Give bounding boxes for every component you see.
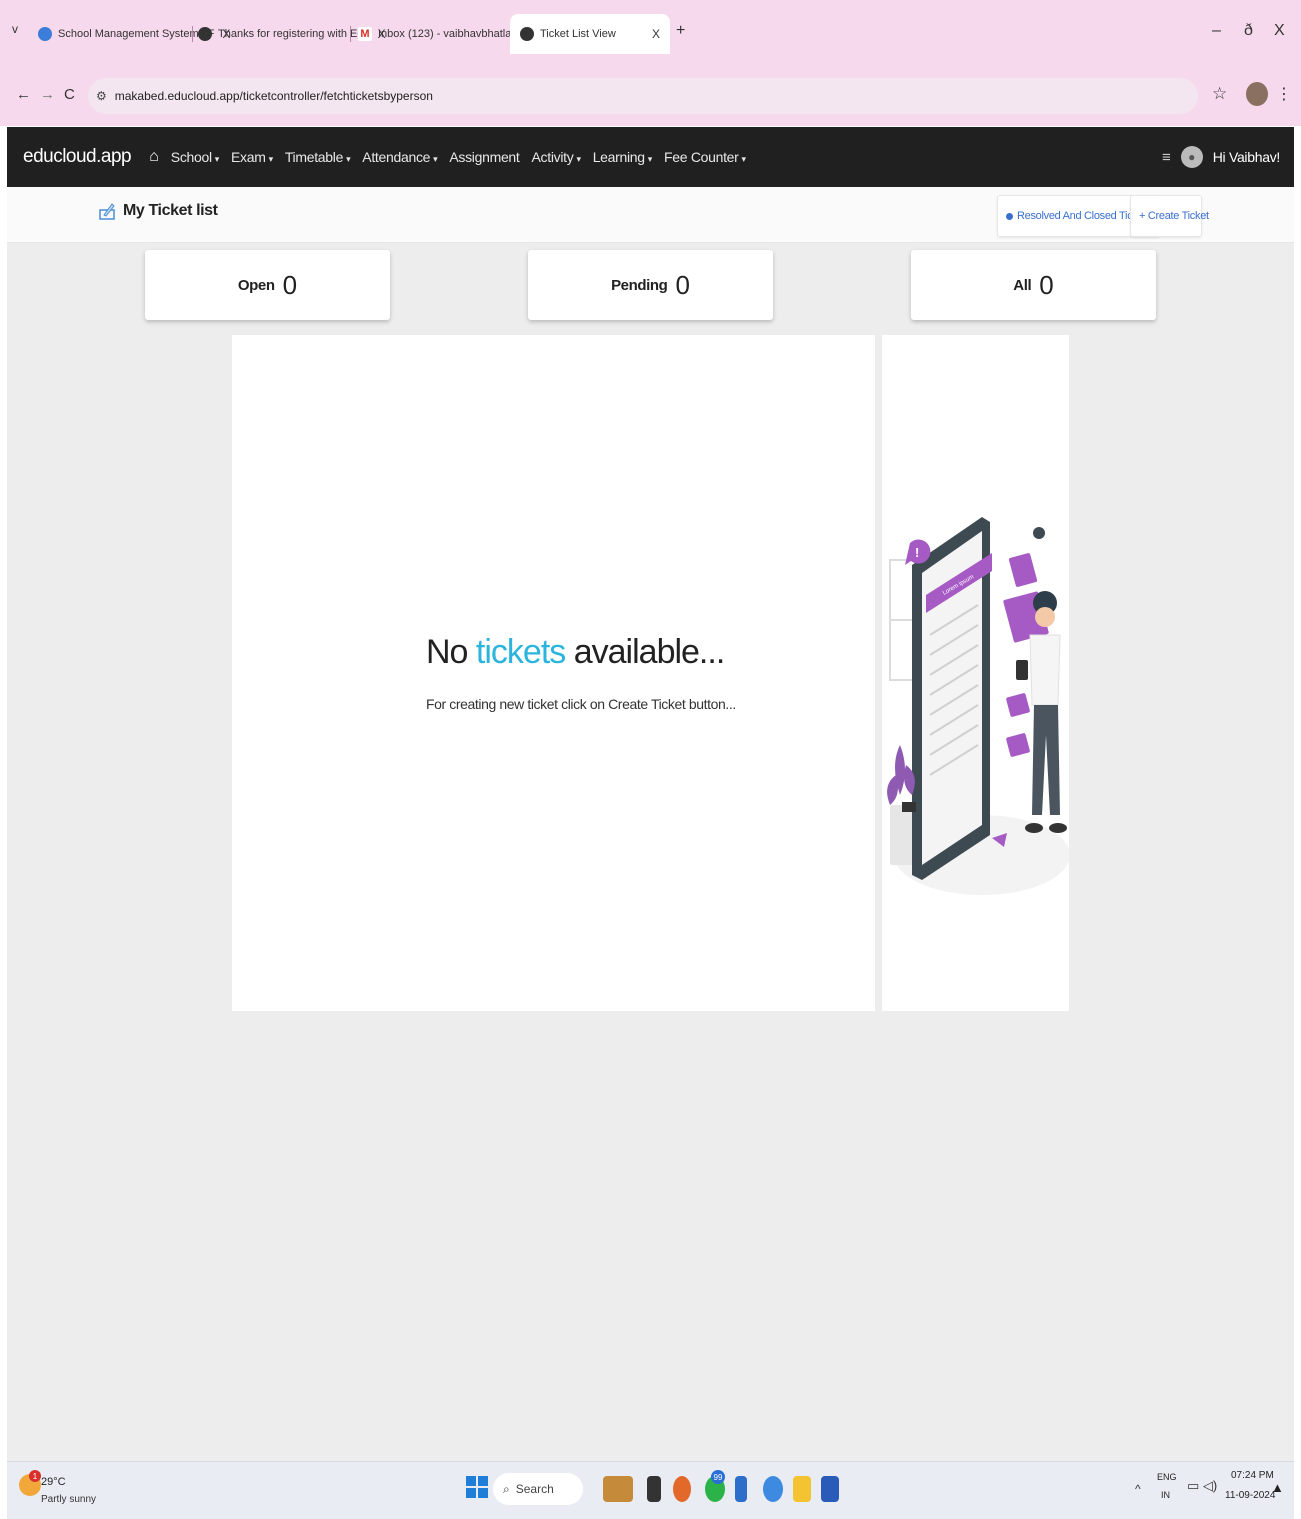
caret-down-icon: ▾ xyxy=(214,154,220,164)
main-content: Open 0 Pending 0 All 0 No tickets availa… xyxy=(7,243,1294,1461)
browser-tab-bar: v School Management System | F X Thanks … xyxy=(0,0,1301,68)
tab-title: School Management System | F xyxy=(58,28,215,40)
tab-title: Inbox (123) - vaibhavbhatlawar xyxy=(378,28,530,40)
close-window-button[interactable]: X xyxy=(1274,22,1285,40)
empty-state-hint: For creating new ticket click on Create … xyxy=(426,696,736,712)
stat-label: All xyxy=(1013,276,1032,294)
url-text[interactable]: makabed.educloud.app/ticketcontroller/fe… xyxy=(115,89,433,103)
url-omnibox[interactable]: ⚙ makabed.educloud.app/ticketcontroller/… xyxy=(88,78,1198,114)
educloud-favicon-icon xyxy=(38,27,52,41)
windows-start-icon[interactable] xyxy=(466,1476,488,1498)
site-navbar: educloud.app ⌂ School ▾ Exam ▾ Timetable ▾ … xyxy=(7,127,1294,187)
create-ticket-label: + Create Ticket xyxy=(1139,210,1209,222)
tray-overflow-icon[interactable]: ^ xyxy=(1135,1482,1141,1496)
caret-down-icon: ▾ xyxy=(346,154,351,164)
tab-ticket-list-view[interactable]: Ticket List View X xyxy=(510,14,670,54)
language-indicator[interactable]: ENG xyxy=(1157,1472,1177,1482)
tab-separator xyxy=(350,26,351,42)
search-icon: ⌕ xyxy=(503,1481,510,1496)
bookmark-star-icon[interactable]: ☆ xyxy=(1212,84,1227,104)
taskbar-search[interactable]: ⌕ Search xyxy=(493,1473,583,1505)
stat-count: 0 xyxy=(282,269,298,300)
page-header: My Ticket list Resolved And Closed Ticke… xyxy=(7,187,1294,243)
forward-icon[interactable]: → xyxy=(40,86,55,103)
page-title-group: My Ticket list xyxy=(99,201,218,221)
caret-down-icon: ▾ xyxy=(741,154,747,164)
open-tickets-card[interactable]: Open 0 xyxy=(145,250,390,320)
taskbar-widget-app-icon[interactable] xyxy=(603,1476,633,1502)
illustration-panel: Lorem ipsum ! xyxy=(882,335,1070,1011)
person-with-tablet-illustration: Lorem ipsum ! xyxy=(887,517,1070,895)
whatsapp-badge: 99 xyxy=(711,1470,725,1484)
globe-favicon-icon xyxy=(198,27,212,41)
stat-label: Open xyxy=(237,276,275,294)
tab-separator xyxy=(192,26,193,42)
navbar-user-area: ≡ ● Hi Vaibhav! xyxy=(1162,127,1280,187)
browser-profile-avatar[interactable] xyxy=(1246,82,1268,106)
brand-logo[interactable]: educloud.app xyxy=(23,146,132,168)
clock-date[interactable]: 11-09-2024 xyxy=(1225,1490,1275,1501)
region-indicator[interactable]: IN xyxy=(1161,1490,1170,1500)
weather-temperature[interactable]: 29°C xyxy=(41,1476,66,1488)
gmail-favicon-icon: M xyxy=(358,27,372,41)
chrome-icon[interactable] xyxy=(763,1476,783,1502)
tab-list-button[interactable]: v xyxy=(12,22,18,36)
home-icon[interactable]: ⌂ xyxy=(149,148,159,166)
nav-activity[interactable]: Activity ▾ xyxy=(532,149,581,165)
nav-learning[interactable]: Learning ▾ xyxy=(593,149,653,165)
caret-down-icon: ▾ xyxy=(268,154,274,164)
taskbar-copilot-icon[interactable] xyxy=(673,1476,691,1502)
tab-close-icon[interactable]: X xyxy=(652,27,660,41)
empty-state-panel: No tickets available... For creating new… xyxy=(232,335,875,1011)
new-tab-button[interactable]: + xyxy=(676,22,685,40)
all-tickets-card[interactable]: All 0 xyxy=(911,250,1156,320)
windows-taskbar: 1 29°C Partly sunny ⌕ Search 99 ^ ENG IN… xyxy=(7,1461,1294,1519)
info-dot-icon xyxy=(1006,212,1013,220)
restore-button[interactable]: ð xyxy=(1244,22,1253,40)
site-info-icon[interactable]: ⚙ xyxy=(96,89,107,103)
pending-tickets-card[interactable]: Pending 0 xyxy=(528,250,773,320)
ticket-pen-icon xyxy=(99,203,115,220)
empty-state-accent: tickets xyxy=(475,633,566,671)
network-volume-icon[interactable]: ▭ ◁) xyxy=(1187,1478,1217,1494)
taskbar-search-label: Search xyxy=(515,1482,554,1496)
taskbar-file-icon[interactable] xyxy=(647,1476,661,1502)
tab-title: Thanks for registering with Edu xyxy=(218,28,370,40)
clock-time[interactable]: 07:24 PM xyxy=(1231,1470,1274,1481)
word-icon[interactable] xyxy=(821,1476,839,1502)
weather-notification-badge: 1 xyxy=(29,1470,41,1482)
taskbar-notes-icon[interactable] xyxy=(735,1476,747,1502)
caret-down-icon: ▾ xyxy=(433,154,438,164)
tab-title: Ticket List View xyxy=(540,28,616,40)
notification-bell-icon[interactable]: ▲ xyxy=(1271,1480,1284,1495)
nav-fee-counter[interactable]: Fee Counter ▾ xyxy=(664,149,746,165)
create-ticket-button[interactable]: + Create Ticket xyxy=(1130,195,1209,237)
globe-favicon-icon xyxy=(520,27,534,41)
nav-school[interactable]: School ▾ xyxy=(171,149,220,165)
empty-state-message: No tickets available... xyxy=(426,633,725,671)
user-avatar-icon[interactable]: ● xyxy=(1180,146,1203,168)
stat-label: Pending xyxy=(611,276,668,294)
weather-description[interactable]: Partly sunny xyxy=(41,1494,96,1505)
stat-count: 0 xyxy=(1039,269,1054,300)
user-greeting[interactable]: Hi Vaibhav! xyxy=(1213,149,1281,165)
caret-down-icon: ▾ xyxy=(576,154,581,164)
nav-assignment[interactable]: Assignment xyxy=(449,149,519,165)
hamburger-menu-icon[interactable]: ≡ xyxy=(1162,149,1171,166)
browser-menu-icon[interactable]: ⋮ xyxy=(1276,84,1292,104)
stat-count: 0 xyxy=(675,269,690,300)
browser-address-bar: ← → C ⚙ makabed.educloud.app/ticketcontr… xyxy=(0,68,1301,126)
nav-exam[interactable]: Exam ▾ xyxy=(231,149,273,165)
minimize-button[interactable]: – xyxy=(1212,22,1221,40)
back-icon[interactable]: ← xyxy=(16,86,31,103)
nav-timetable[interactable]: Timetable ▾ xyxy=(285,149,351,165)
nav-attendance[interactable]: Attendance ▾ xyxy=(362,149,437,165)
caret-down-icon: ▾ xyxy=(647,154,653,164)
page-title: My Ticket list xyxy=(123,202,218,219)
file-explorer-icon[interactable] xyxy=(793,1476,811,1502)
svg-text:!: ! xyxy=(915,545,919,560)
reload-icon[interactable]: C xyxy=(64,86,75,103)
